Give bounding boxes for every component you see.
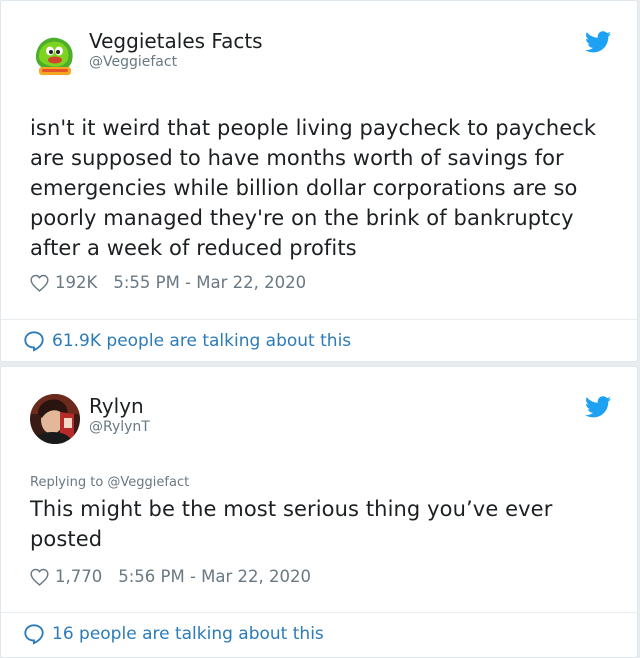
author-handle[interactable]: @RylynT [89,419,150,435]
timestamp[interactable]: 5:56 PM - Mar 22, 2020 [118,567,311,586]
tweet-text: This might be the most serious thing you… [30,497,553,551]
tweet-meta: 1,770 5:56 PM - Mar 22, 2020 [30,567,311,586]
tweet-meta: 192K 5:55 PM - Mar 22, 2020 [30,273,306,292]
author-handle[interactable]: @Veggiefact [89,54,177,70]
talking-label[interactable]: 16 people are talking about this [52,624,324,644]
divider [1,319,637,320]
speech-bubble-icon [24,331,44,352]
tweet-card: Rylyn @RylynT Replying to @Veggiefact Th… [0,366,638,658]
tweet-text: isn't it weird that people living payche… [30,116,597,260]
timestamp[interactable]: 5:55 PM - Mar 22, 2020 [113,273,306,292]
veggietales-logo-avatar[interactable] [30,31,80,81]
speech-bubble-icon [24,624,44,645]
talking-link[interactable]: 61.9K people are talking about this [23,330,351,352]
twitter-bird-icon[interactable] [585,31,611,53]
author-name[interactable]: Rylyn [89,394,144,418]
like-count[interactable]: 1,770 [55,567,102,586]
tweet-card: Veggietales Facts @Veggiefact isn't it w… [0,0,638,362]
twitter-bird-icon[interactable] [585,396,611,418]
replying-to[interactable]: Replying to @Veggiefact [30,475,189,490]
profile-photo-avatar[interactable] [30,394,80,444]
divider [1,612,637,613]
like-count[interactable]: 192K [55,273,97,292]
heart-icon[interactable] [30,568,49,586]
talking-link[interactable]: 16 people are talking about this [23,623,324,645]
author-name[interactable]: Veggietales Facts [89,29,263,53]
heart-icon[interactable] [30,274,49,292]
talking-label[interactable]: 61.9K people are talking about this [52,331,351,351]
